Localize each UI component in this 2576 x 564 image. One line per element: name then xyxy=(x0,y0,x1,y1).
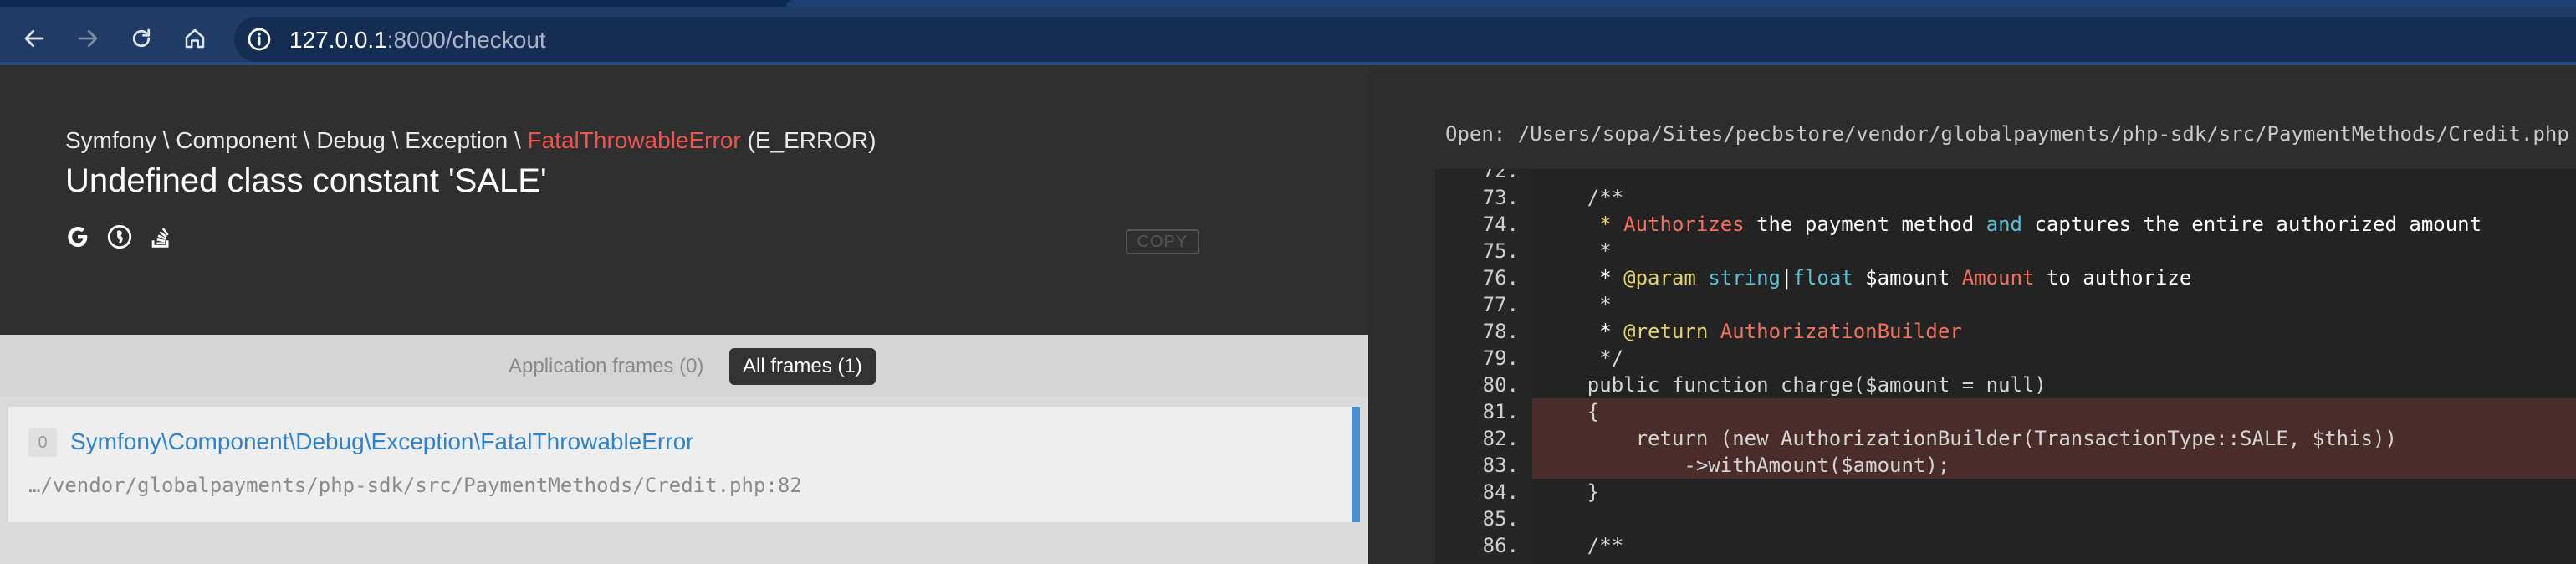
line-number: 81. xyxy=(1482,400,1519,423)
code-line: 76. * @param string|float $amount Amount… xyxy=(1435,264,2576,291)
frame-index: 0 xyxy=(28,428,57,457)
line-source: { xyxy=(1539,400,1600,423)
stackoverflow-search-icon[interactable] xyxy=(147,223,176,251)
line-source: * @return AuthorizationBuilder xyxy=(1539,320,1962,343)
code-panel: Open: /Users/sopa/Sites/pecbstore/vendor… xyxy=(1368,69,2576,564)
code-line: 85. xyxy=(1435,505,2576,532)
line-number: 73. xyxy=(1482,186,1519,209)
browser-toolbar: 127.0.0.1:8000/checkout xyxy=(0,7,2576,65)
duckduckgo-search-icon[interactable] xyxy=(105,223,134,251)
home-icon xyxy=(185,28,205,49)
code-line: 72. xyxy=(1435,169,2576,184)
url-text: 127.0.0.1:8000/checkout xyxy=(289,27,546,54)
google-search-icon[interactable] xyxy=(64,223,92,251)
frames-filter-bar: Application frames (0) All frames (1) xyxy=(0,335,1368,397)
highlighted-code-line: 83. ->withAmount($amount); xyxy=(1435,452,2576,479)
site-info-icon[interactable] xyxy=(246,26,273,53)
line-number: 84. xyxy=(1482,480,1519,504)
line-number: 85. xyxy=(1482,507,1519,531)
url-path: :8000/checkout xyxy=(386,27,546,53)
all-frames-tab[interactable]: All frames (1) xyxy=(729,348,876,385)
line-source: return (new AuthorizationBuilder(Transac… xyxy=(1539,427,2397,450)
line-source: * xyxy=(1539,293,1612,316)
url-host: 127.0.0.1 xyxy=(289,27,387,53)
frames-list: 0 Symfony\Component\Debug\Exception\Fata… xyxy=(0,397,1368,564)
line-number: 75. xyxy=(1482,239,1519,263)
forward-button[interactable] xyxy=(69,19,107,58)
tab-strip xyxy=(0,0,2576,7)
code-line: 73. /** xyxy=(1435,184,2576,211)
frame-file: …/vendor/globalpayments/php-sdk/src/Paym… xyxy=(28,474,802,497)
home-button[interactable] xyxy=(176,19,214,58)
forward-arrow-icon xyxy=(78,29,98,48)
line-source: ->withAmount($amount); xyxy=(1539,454,1950,477)
back-arrow-icon xyxy=(24,29,44,48)
open-file-path[interactable]: Open: /Users/sopa/Sites/pecbstore/vendor… xyxy=(1445,122,2569,146)
line-source: * @param string|float $amount Amount to … xyxy=(1539,266,2192,290)
code-viewer: 72. 73. /** 74. * Authorizes the payment… xyxy=(1435,169,2576,564)
line-number: 82. xyxy=(1482,427,1519,450)
exception-header: Symfony \ Component \ Debug \ Exception … xyxy=(0,69,1368,335)
frame-class: Symfony\Component\Debug\Exception\FatalT… xyxy=(70,428,694,454)
line-source: * Authorizes the payment method and capt… xyxy=(1539,213,2482,236)
address-bar[interactable]: 127.0.0.1:8000/checkout xyxy=(234,17,2576,62)
line-number: 78. xyxy=(1482,320,1519,343)
line-number: 74. xyxy=(1482,213,1519,236)
line-source: * xyxy=(1539,239,1612,263)
highlighted-code-line: 81. { xyxy=(1435,398,2576,425)
line-number: 83. xyxy=(1482,454,1519,477)
exception-message: Undefined class constant 'SALE' xyxy=(65,162,547,199)
code-line: 80. public function charge($amount = nul… xyxy=(1435,372,2576,398)
line-number: 76. xyxy=(1482,266,1519,290)
code-line: 77. * xyxy=(1435,291,2576,318)
frame-item[interactable]: 0 Symfony\Component\Debug\Exception\Fata… xyxy=(8,407,1360,522)
reload-button[interactable] xyxy=(122,19,161,58)
code-line: 78. * @return AuthorizationBuilder xyxy=(1435,318,2576,345)
line-source: */ xyxy=(1539,346,1624,370)
code-line: 86. /** xyxy=(1435,532,2576,559)
reload-icon xyxy=(132,28,151,48)
line-source: } xyxy=(1539,480,1600,504)
line-number: 80. xyxy=(1482,373,1519,397)
line-number: 77. xyxy=(1482,293,1519,316)
line-number: 86. xyxy=(1482,534,1519,557)
exception-error-type: (E_ERROR) xyxy=(740,127,877,153)
line-source: public function charge($amount = null) xyxy=(1539,373,2047,397)
application-frames-tab[interactable]: Application frames (0) xyxy=(495,348,717,385)
highlighted-code-line: 82. return (new AuthorizationBuilder(Tra… xyxy=(1435,425,2576,452)
copy-button[interactable]: COPY xyxy=(1126,229,1199,254)
code-line: 75. * xyxy=(1435,238,2576,264)
line-number: 72. xyxy=(1482,169,1519,182)
back-button[interactable] xyxy=(15,19,54,58)
search-links xyxy=(64,223,176,251)
exception-path: Symfony \ Component \ Debug \ Exception … xyxy=(65,127,877,154)
exception-namespace: Symfony \ Component \ Debug \ Exception … xyxy=(65,127,528,153)
line-number: 79. xyxy=(1482,346,1519,370)
line-source: /** xyxy=(1539,534,1624,557)
code-line: 79. */ xyxy=(1435,345,2576,372)
code-line: 74. * Authorizes the payment method and … xyxy=(1435,211,2576,238)
code-line: 84. } xyxy=(1435,479,2576,505)
line-source: /** xyxy=(1539,186,1624,209)
exception-class[interactable]: FatalThrowableError xyxy=(528,127,741,153)
active-tab[interactable] xyxy=(786,0,2576,7)
